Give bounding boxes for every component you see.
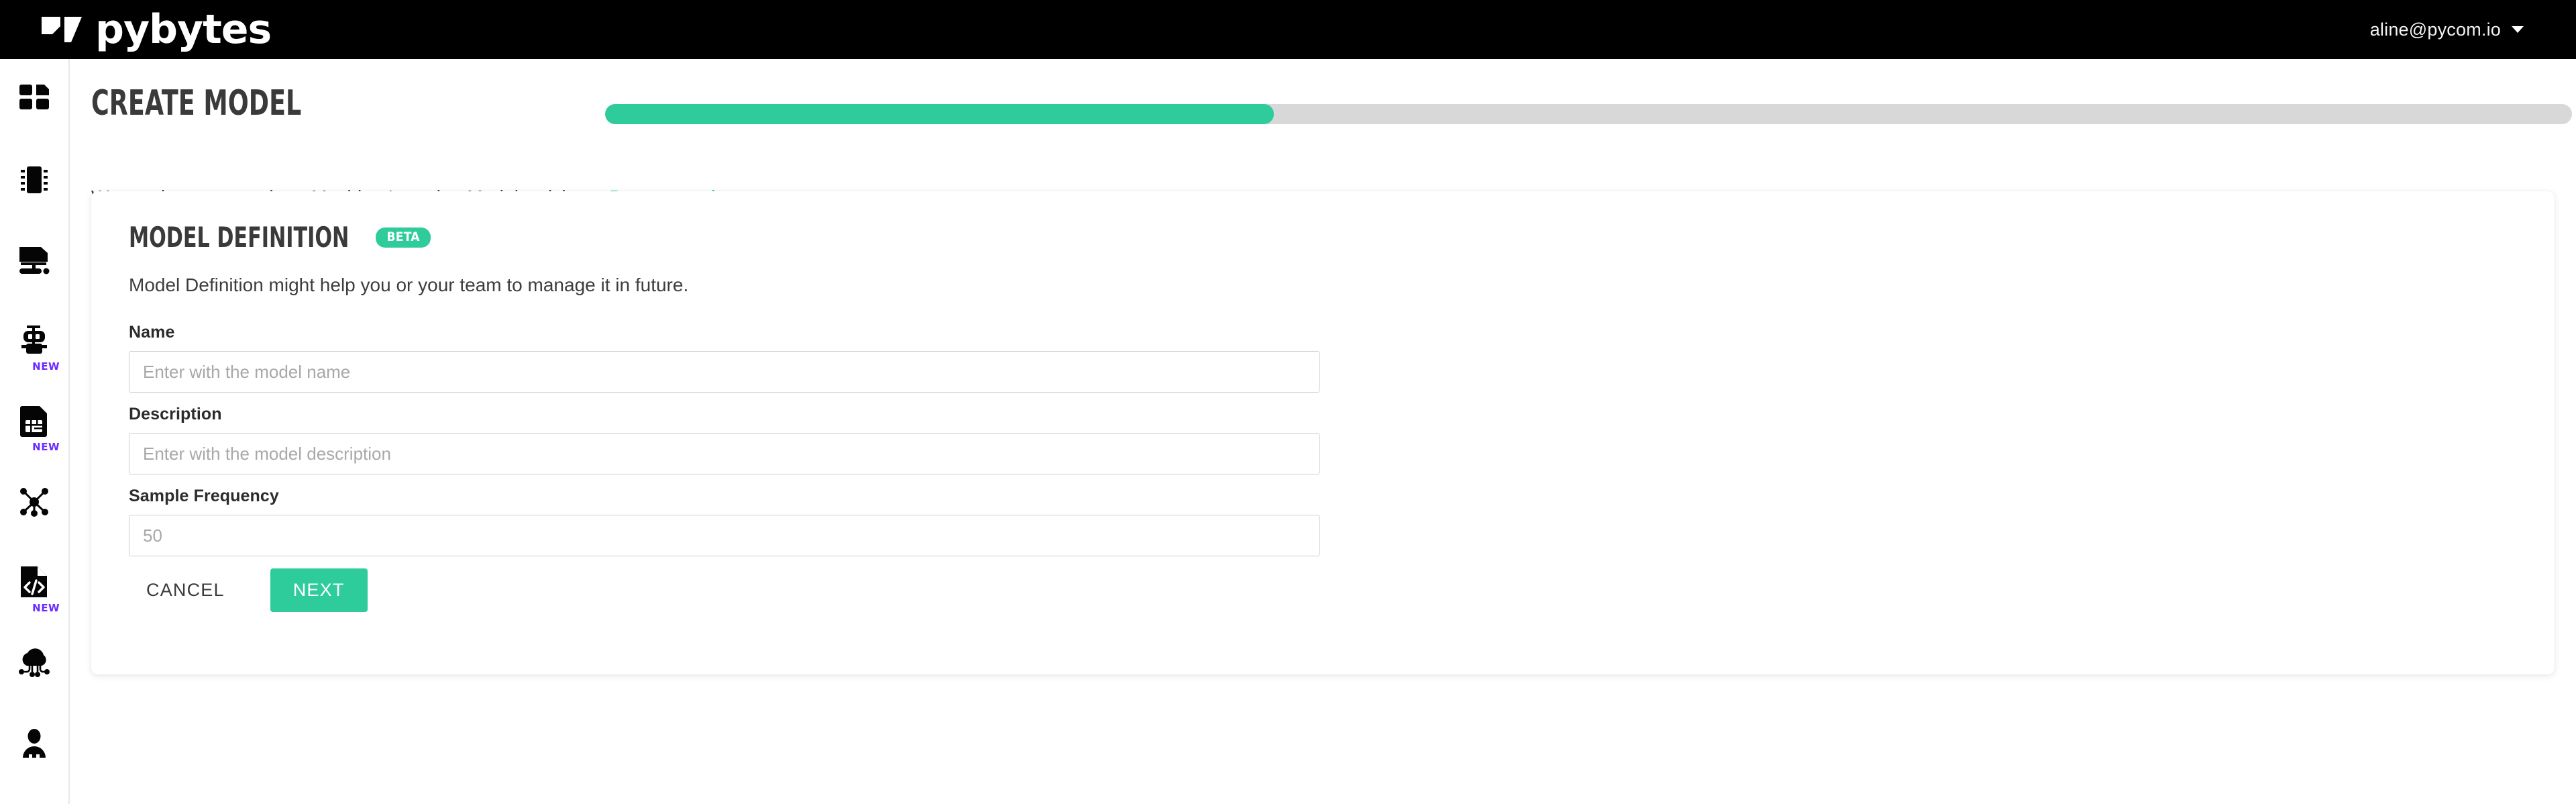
sidebar-item-network[interactable] [0, 462, 69, 542]
sidebar-item-sim[interactable]: NEW [0, 381, 69, 462]
account-menu[interactable]: aline@pycom.io [2370, 19, 2524, 40]
next-button[interactable]: NEXT [270, 568, 368, 612]
field-label-name: Name [129, 323, 175, 342]
model-description-input[interactable] [129, 433, 1320, 474]
field-sample-frequency: Sample Frequency [129, 487, 1320, 556]
sidebar-item-cloud[interactable] [0, 623, 69, 703]
card-actions: CANCEL NEXT [129, 568, 368, 612]
cancel-button[interactable]: CANCEL [129, 570, 242, 610]
sidebar-item-terminal[interactable] [0, 220, 69, 301]
sidebar-item-ml[interactable]: NEW [0, 301, 69, 381]
cloud-iot-icon [19, 648, 50, 677]
model-definition-card: MODEL DEFINITION BETA Model Definition m… [91, 191, 2555, 674]
page-header: CREATE MODEL [91, 79, 2573, 133]
sidebar-item-firmware[interactable]: NEW [0, 542, 69, 623]
brand-name: pybytes [95, 6, 272, 53]
card-description: Model Definition might help you or your … [129, 274, 689, 295]
desktop-monitor-icon [19, 247, 50, 274]
sidebar-badge-new: NEW [32, 360, 60, 372]
robot-icon [21, 325, 47, 354]
sidebar: NEW NEW NEW [0, 59, 70, 804]
user-profile-icon [23, 729, 46, 758]
field-description: Description [129, 405, 1320, 474]
sidebar-item-devices[interactable] [0, 140, 69, 220]
dashboard-grid-icon [19, 85, 49, 109]
sample-frequency-input[interactable] [129, 515, 1320, 556]
card-title: MODEL DEFINITION [129, 221, 350, 254]
top-bar: pybytes aline@pycom.io [0, 0, 2576, 59]
account-email: aline@pycom.io [2369, 19, 2501, 40]
sidebar-badge-new: NEW [32, 441, 60, 453]
chevron-down-icon [2512, 26, 2524, 33]
network-nodes-icon [20, 488, 48, 517]
progress-bar-fill [605, 104, 1274, 124]
main-content: CREATE MODEL Want to know more about Mac… [70, 59, 2576, 804]
progress-bar-track [605, 104, 2572, 124]
sidebar-item-account[interactable] [0, 703, 69, 784]
brand-logo[interactable]: pybytes [40, 6, 272, 53]
field-label-sample-frequency: Sample Frequency [129, 487, 279, 505]
model-name-input[interactable] [129, 351, 1320, 393]
pybytes-flag-logo-icon [42, 17, 82, 42]
beta-badge: BETA [376, 228, 431, 248]
field-label-description: Description [129, 405, 222, 423]
sim-card-icon [20, 406, 47, 437]
sidebar-badge-new: NEW [32, 602, 60, 614]
code-file-icon [21, 566, 47, 597]
page-title: CREATE MODEL [91, 83, 302, 123]
sidebar-item-dashboard[interactable] [0, 59, 69, 140]
field-name: Name [129, 323, 1320, 393]
card-header: MODEL DEFINITION BETA [129, 223, 431, 252]
chip-icon [21, 166, 48, 193]
